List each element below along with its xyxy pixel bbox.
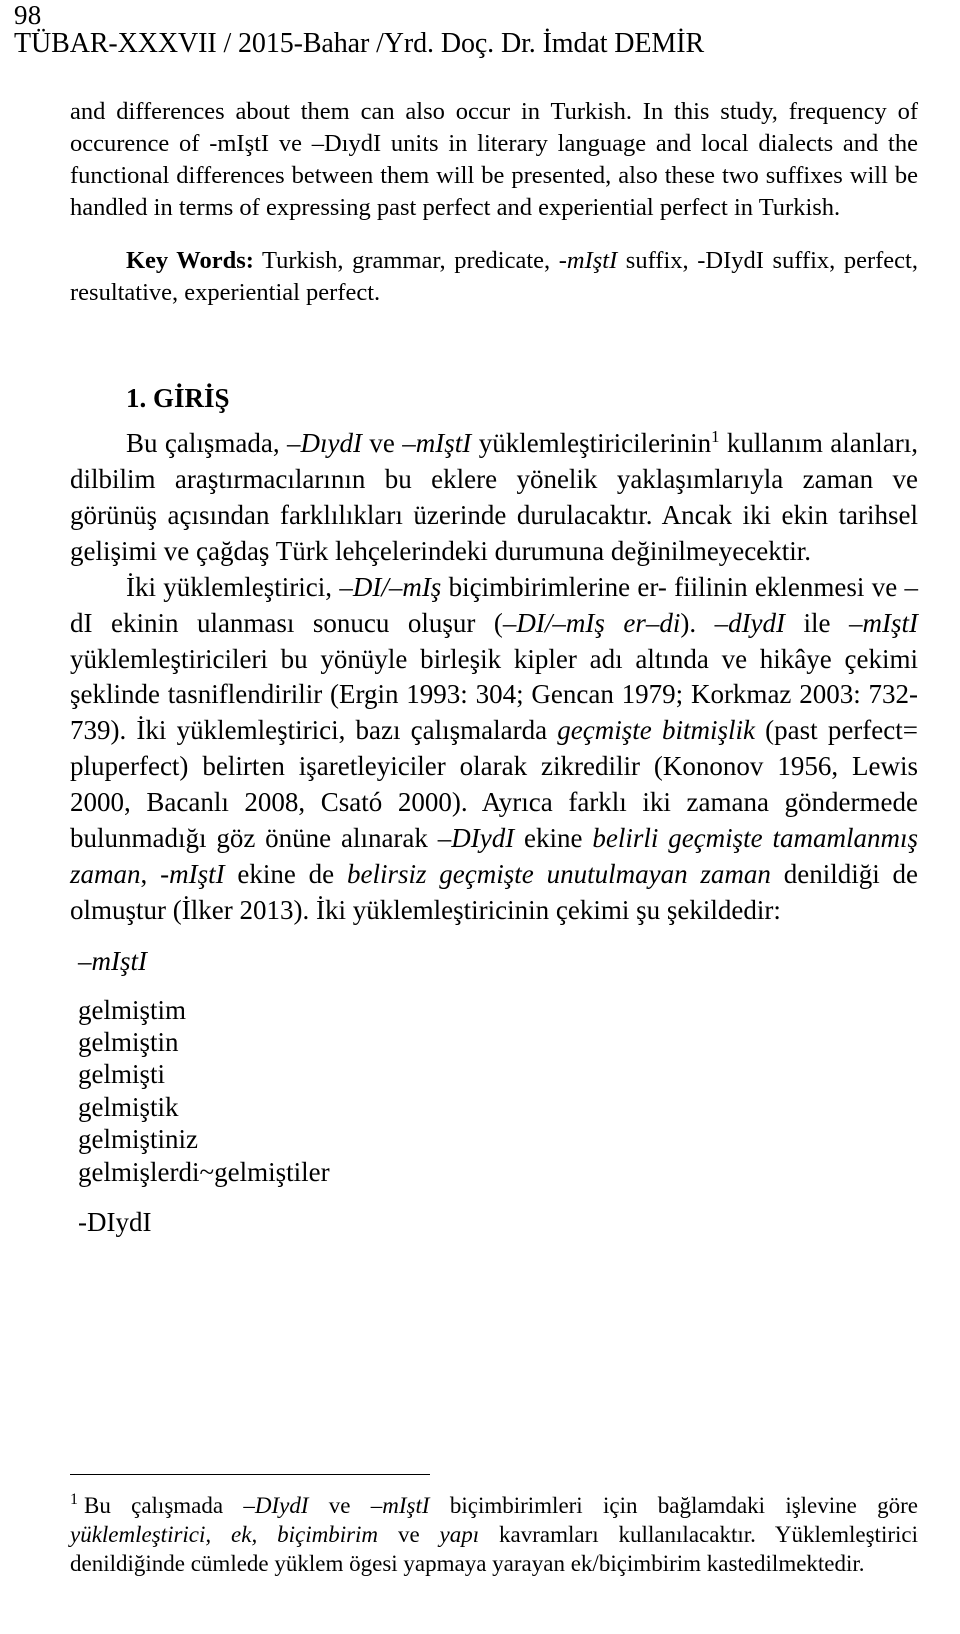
keywords-line: Key Words: Turkish, grammar, predicate, …: [70, 245, 918, 309]
section-heading: 1. GİRİŞ: [126, 383, 230, 414]
footnote-marker: 1: [70, 1491, 78, 1509]
conjugation-block: –mIştI gelmiştim gelmiştin gelmişti gelm…: [70, 945, 918, 1239]
paragraph-2: İki yüklemleştirici, –DI/–mIş biçimbirim…: [70, 571, 919, 925]
page-number: 98: [14, 0, 42, 30]
keywords-label: Key Words:: [126, 247, 254, 275]
running-head: TÜBAR-XXXVII / 2015-Bahar /Yrd. Doç. Dr.…: [14, 28, 705, 59]
paradigm-heading-diydi: -DIydI: [78, 1207, 152, 1238]
footnote-separator: [70, 1474, 430, 1475]
paradigm-form: gelmiştik: [78, 1091, 179, 1122]
page-body: and differences about them can also occu…: [70, 96, 918, 1239]
paradigm-form: gelmiştin: [78, 1027, 179, 1058]
paradigm-forms: gelmiştim gelmiştin gelmişti gelmiştik g…: [78, 994, 918, 1188]
section-body: Bu çalışmada, –DıydI ve –mIştI yüklemleş…: [70, 426, 918, 929]
footnote: 1 Bu çalışmada –DIydI ve –mIştI biçimbiri…: [70, 1492, 918, 1579]
paradigm-form: gelmişti: [78, 1059, 165, 1090]
document-page: 98 TÜBAR-XXXVII / 2015-Bahar /Yrd. Doç. …: [0, 0, 960, 1634]
footnote-text: Bu çalışmada –DIydI ve –mIştI biçimbirim…: [70, 1493, 919, 1576]
paradigm-form: gelmiştiniz: [78, 1124, 198, 1155]
paradigm-form: gelmişlerdi~gelmiştiler: [78, 1156, 330, 1187]
paragraph-1: Bu çalışmada, –DıydI ve –mIştI yüklemleş…: [70, 427, 919, 566]
paradigm-heading-mistii: –mIştI: [78, 945, 147, 976]
paradigm-form: gelmiştim: [78, 994, 186, 1025]
abstract-continuation: and differences about them can also occu…: [70, 98, 918, 221]
